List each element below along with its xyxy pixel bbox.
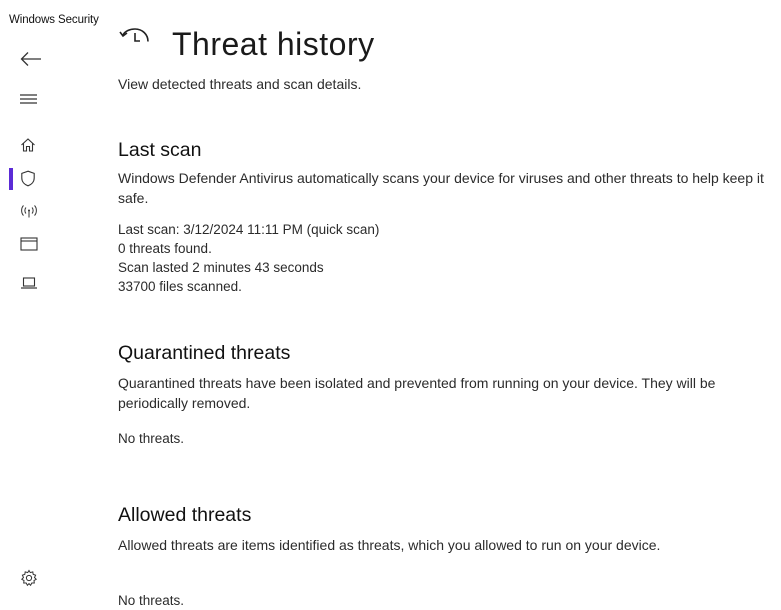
scan-duration: Scan lasted 2 minutes 43 seconds	[118, 260, 324, 275]
quarantined-threats-description: Quarantined threats have been isolated a…	[118, 375, 716, 411]
last-scan-date: Last scan: 3/12/2024 11:11 PM (quick sca…	[118, 222, 380, 237]
files-scanned-count: 33700 files scanned.	[118, 279, 242, 294]
page-title: Threat history	[172, 26, 375, 62]
main-content: Threat history View detected threats and…	[0, 0, 781, 608]
last-scan-description: Windows Defender Antivirus automatically…	[118, 170, 764, 206]
history-clock-icon	[119, 28, 149, 42]
windows-security-window: Windows Security Threat history View det…	[0, 0, 781, 608]
last-scan-heading: Last scan	[118, 139, 202, 161]
page-subtitle: View detected threats and scan details.	[118, 76, 362, 92]
allowed-threats-description: Allowed threats are items identified as …	[118, 537, 661, 553]
quarantined-threats-status: No threats.	[118, 431, 185, 446]
allowed-threats-heading: Allowed threats	[118, 504, 252, 526]
threats-found-count: 0 threats found.	[118, 241, 212, 256]
allowed-threats-status: No threats.	[118, 593, 185, 608]
quarantined-threats-heading: Quarantined threats	[118, 342, 291, 364]
